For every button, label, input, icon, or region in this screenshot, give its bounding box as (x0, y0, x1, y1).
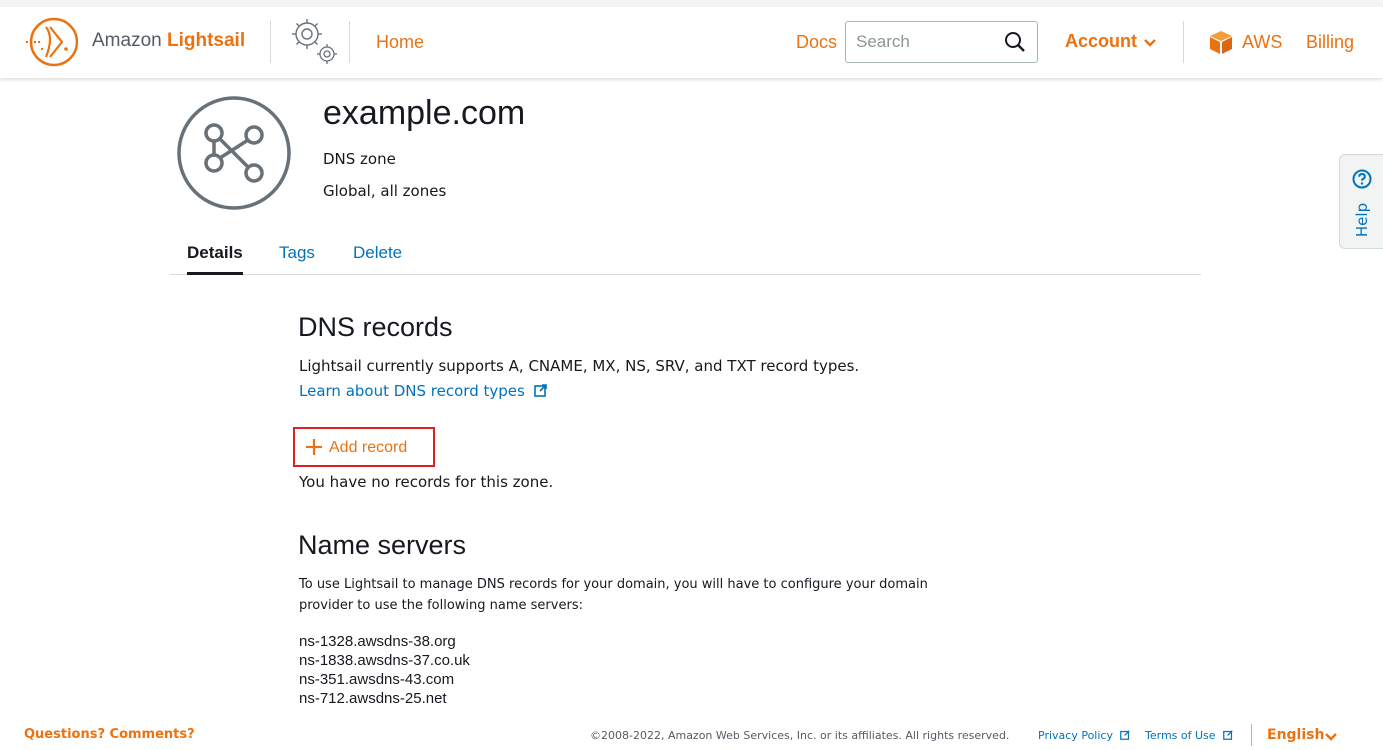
page-title: example.com (323, 94, 526, 132)
aws-cube-icon[interactable] (1207, 28, 1235, 56)
external-link-icon (533, 384, 547, 397)
header-divider (349, 21, 350, 63)
learn-dns-record-types-link[interactable]: Learn about DNS record types (299, 382, 547, 400)
chevron-down-icon[interactable] (1325, 733, 1337, 742)
account-menu[interactable]: Account (1065, 31, 1137, 52)
footer-divider (1251, 724, 1252, 746)
docs-link[interactable]: Docs (796, 32, 837, 53)
settings-gear-icon[interactable] (285, 13, 341, 69)
dns-records-description: Lightsail currently supports A, CNAME, M… (299, 357, 860, 375)
dns-records-heading: DNS records (298, 312, 453, 342)
search-input[interactable] (856, 30, 996, 54)
header-divider (270, 21, 271, 63)
top-navigation-bar: Amazon Lightsail Home Docs Account (0, 0, 1383, 78)
external-link-icon (1223, 730, 1233, 740)
resource-tabs: Details Tags Delete (170, 240, 1201, 275)
help-tab[interactable]: Help (1339, 154, 1383, 249)
dns-zone-icon (177, 96, 291, 210)
help-label: Help (1353, 202, 1371, 238)
privacy-policy-link[interactable]: Privacy Policy (1038, 729, 1131, 742)
name-server-item: ns-712.awsdns-25.net (299, 690, 447, 707)
brand-lightsail: Lightsail (166, 30, 246, 51)
aws-console-link[interactable]: AWS (1242, 32, 1282, 53)
brand-name[interactable]: Amazon Lightsail (92, 30, 245, 52)
copyright-text: ©2008-2022, Amazon Web Services, Inc. or… (590, 729, 1010, 742)
plus-icon (306, 439, 322, 455)
name-servers-heading: Name servers (298, 530, 467, 560)
help-question-icon (1352, 169, 1372, 189)
billing-link[interactable]: Billing (1306, 32, 1354, 53)
external-link-icon (1120, 730, 1131, 740)
tab-delete[interactable]: Delete (353, 243, 402, 263)
learn-link-label: Learn about DNS record types (299, 382, 525, 400)
brand-prefix: Amazon (92, 30, 162, 51)
language-selector[interactable]: English (1267, 727, 1324, 743)
footer: Questions? Comments? ©2008-2022, Amazon … (0, 722, 1383, 750)
privacy-policy-label: Privacy Policy (1038, 729, 1113, 742)
tab-details[interactable]: Details (187, 243, 243, 275)
add-record-label: Add record (329, 439, 408, 456)
name-server-item: ns-1328.awsdns-38.org (299, 633, 456, 650)
name-server-item: ns-1838.awsdns-37.co.uk (299, 652, 470, 669)
empty-records-message: You have no records for this zone. (299, 473, 554, 491)
header-divider (1183, 21, 1184, 63)
name-servers-description: To use Lightsail to manage DNS records f… (299, 577, 928, 613)
search-icon[interactable] (1003, 30, 1027, 54)
name-server-list: ns-1328.awsdns-38.org ns-1838.awsdns-37.… (299, 632, 470, 708)
home-link[interactable]: Home (376, 32, 424, 53)
add-record-button[interactable]: Add record (293, 427, 435, 467)
name-server-item: ns-351.awsdns-43.com (299, 671, 455, 688)
resource-region: Global, all zones (323, 182, 447, 200)
tab-tags[interactable]: Tags (279, 243, 315, 263)
terms-of-use-label: Terms of Use (1145, 729, 1216, 742)
chevron-down-icon[interactable] (1143, 38, 1157, 48)
search-box (845, 21, 1038, 63)
resource-type: DNS zone (323, 150, 396, 168)
lightsail-logo-icon[interactable] (24, 15, 78, 69)
terms-of-use-link[interactable]: Terms of Use (1145, 729, 1233, 742)
questions-comments-link[interactable]: Questions? Comments? (24, 727, 195, 742)
